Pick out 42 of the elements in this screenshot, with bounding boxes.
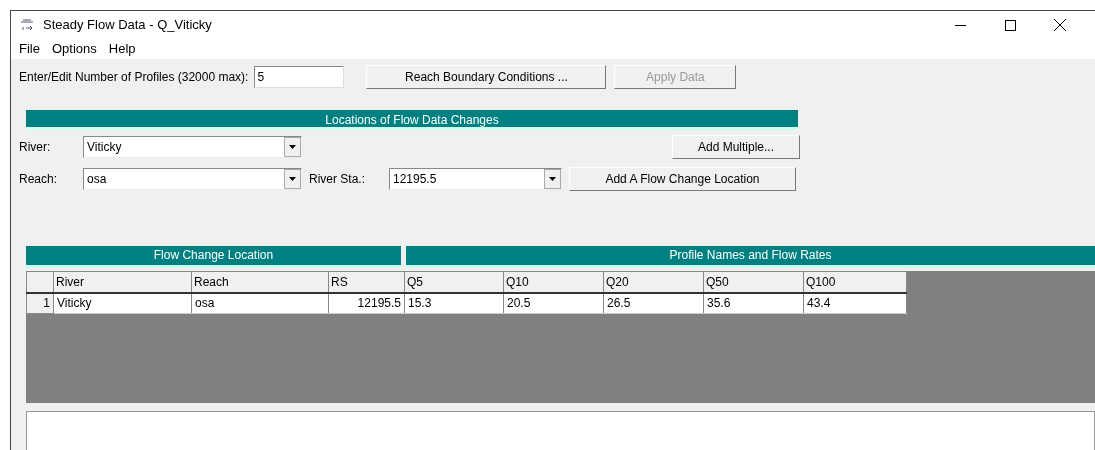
- table-cell[interactable]: 20.5: [503, 292, 604, 314]
- table-cell[interactable]: 15.3: [404, 292, 504, 314]
- table-cell[interactable]: 43.4: [803, 292, 907, 314]
- window-title: Steady Flow Data - Q_Viticky: [43, 16, 212, 35]
- add-multiple-button[interactable]: Add Multiple...: [672, 135, 800, 159]
- column-header: Reach: [191, 271, 329, 293]
- column-header: Q50: [703, 271, 804, 293]
- river-dropdown[interactable]: Viticky: [83, 136, 302, 158]
- column-header: River: [53, 271, 192, 293]
- table-cell[interactable]: osa: [191, 292, 329, 314]
- river-station-dropdown[interactable]: 12195.5: [389, 168, 562, 190]
- table-cell[interactable]: 26.5: [603, 292, 704, 314]
- add-flow-change-location-button[interactable]: Add A Flow Change Location: [569, 167, 796, 191]
- table-cell[interactable]: Viticky: [53, 292, 192, 314]
- dropdown-arrow-icon: [289, 177, 296, 181]
- profiles-label: Enter/Edit Number of Profiles (32000 max):: [19, 69, 249, 86]
- table-cell[interactable]: 35.6: [703, 292, 804, 314]
- profiles-field[interactable]: 5: [254, 66, 345, 88]
- menu-item[interactable]: File: [15, 39, 44, 59]
- maximize-icon: [1004, 19, 1016, 31]
- column-header: Q20: [603, 271, 704, 293]
- menu-item[interactable]: Options: [47, 39, 101, 59]
- menu-item[interactable]: Help: [104, 39, 140, 59]
- dropdown-arrow-icon: [289, 145, 296, 149]
- column-header: Q10: [503, 271, 604, 293]
- river-station-label: River Sta.:: [309, 171, 366, 188]
- column-header: Q100: [803, 271, 907, 293]
- dropdown-arrow-icon: [549, 177, 556, 181]
- corner-cell: [26, 271, 54, 293]
- reach-label: Reach:: [19, 171, 59, 188]
- table-cell[interactable]: 12195.5: [328, 292, 405, 314]
- section-header: Locations of Flow Data Changes: [26, 110, 798, 130]
- close-icon: [1054, 19, 1066, 31]
- column-header: RS: [328, 271, 405, 293]
- boundary-conditions-button[interactable]: Reach Boundary Conditions ...: [366, 65, 607, 89]
- column-header: Q5: [404, 271, 504, 293]
- app-icon: [19, 18, 35, 32]
- row-number: 1: [26, 292, 54, 314]
- group-header: Flow Change Location: [26, 246, 401, 268]
- group-header: Profile Names and Flow Rates: [406, 246, 1095, 268]
- river-label: River:: [19, 139, 52, 156]
- reach-dropdown[interactable]: osa: [83, 168, 302, 190]
